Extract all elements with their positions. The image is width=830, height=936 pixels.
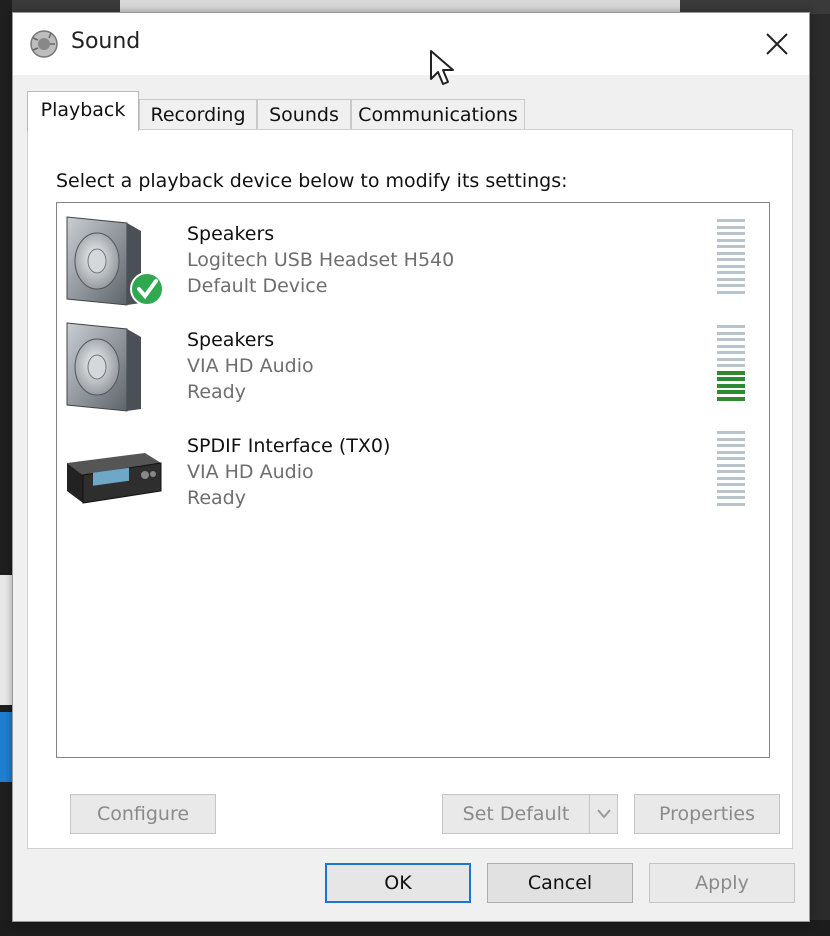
- meter-bar: [717, 258, 745, 261]
- meter-bar: [717, 238, 745, 242]
- meter-bar: [717, 225, 745, 229]
- device-status: Ready: [187, 487, 246, 509]
- volume-meter: [717, 325, 745, 403]
- close-icon: [766, 33, 788, 55]
- meter-bar: [717, 338, 745, 341]
- volume-meter: [717, 219, 745, 297]
- meter-bar: [717, 351, 745, 354]
- set-default-label: Set Default: [462, 803, 570, 825]
- device-item[interactable]: Speakers VIA HD Audio Ready: [57, 309, 769, 413]
- meter-bar: [717, 377, 745, 381]
- background-panel: [0, 575, 12, 705]
- meter-bar: [717, 284, 745, 287]
- device-list[interactable]: Speakers Logitech USB Headset H540 Defau…: [56, 202, 770, 758]
- mouse-cursor-icon: [430, 50, 454, 85]
- device-description: VIA HD Audio: [187, 461, 314, 483]
- device-status: Ready: [187, 381, 246, 403]
- meter-bar: [717, 219, 745, 222]
- meter-bar: [717, 344, 745, 348]
- spdif-receiver-icon: [67, 453, 162, 504]
- device-name: Speakers: [187, 329, 275, 351]
- title-bar[interactable]: Sound: [13, 13, 809, 75]
- device-description: Logitech USB Headset H540: [187, 249, 455, 271]
- meter-bar: [717, 370, 745, 375]
- volume-meter: [717, 431, 745, 509]
- meter-bar: [717, 357, 745, 361]
- device-name: SPDIF Interface (TX0): [187, 435, 391, 457]
- meter-bar: [717, 264, 745, 268]
- tab-label: Communications: [358, 104, 518, 126]
- background-highlight: [0, 712, 12, 782]
- tab-playback[interactable]: Playback: [27, 91, 139, 131]
- tab-recording[interactable]: Recording: [139, 99, 257, 131]
- configure-button[interactable]: Configure: [70, 794, 216, 834]
- desktop-background-left: [0, 0, 12, 936]
- meter-bar: [717, 483, 745, 486]
- device-name: Speakers: [187, 223, 275, 245]
- meter-bar: [717, 457, 745, 460]
- tab-sounds[interactable]: Sounds: [257, 99, 351, 131]
- desktop-background-bottom: [0, 920, 830, 936]
- instruction-text: Select a playback device below to modify…: [56, 170, 568, 192]
- meter-bar: [717, 364, 745, 367]
- ok-button[interactable]: OK: [325, 863, 471, 903]
- sound-dialog: Sound Playback Recording Sounds Communic…: [12, 12, 810, 922]
- speaker-icon: [30, 30, 58, 58]
- speaker-default-icon: [66, 216, 164, 306]
- meter-bar: [717, 390, 745, 394]
- set-default-dropdown[interactable]: [589, 795, 617, 833]
- chevron-down-icon: [596, 809, 611, 819]
- meter-bar: [717, 496, 745, 499]
- meter-bar: [717, 245, 745, 248]
- meter-bar: [717, 470, 745, 473]
- meter-bar: [717, 290, 745, 294]
- tab-label: Sounds: [269, 104, 339, 126]
- cancel-button[interactable]: Cancel: [487, 863, 633, 903]
- device-item[interactable]: SPDIF Interface (TX0) VIA HD Audio Ready: [57, 415, 769, 519]
- apply-button[interactable]: Apply: [649, 863, 795, 903]
- meter-bar: [717, 325, 745, 328]
- meter-bar: [717, 431, 745, 434]
- close-button[interactable]: [749, 21, 805, 67]
- meter-bar: [717, 437, 745, 441]
- properties-button[interactable]: Properties: [634, 794, 780, 834]
- meter-bar: [717, 277, 745, 281]
- meter-bar: [717, 251, 745, 255]
- meter-bar: [717, 502, 745, 506]
- meter-bar: [717, 232, 745, 235]
- tab-label: Playback: [40, 99, 126, 121]
- speaker-icon: [66, 322, 141, 412]
- window-title: Sound: [71, 29, 141, 54]
- playback-panel: Select a playback device below to modify…: [27, 129, 793, 849]
- tab-communications[interactable]: Communications: [351, 99, 525, 131]
- meter-bar: [717, 450, 745, 454]
- device-description: VIA HD Audio: [187, 355, 314, 377]
- meter-bar: [717, 396, 745, 401]
- meter-bar: [717, 331, 745, 335]
- meter-bar: [717, 489, 745, 493]
- meter-bar: [717, 271, 745, 274]
- meter-bar: [717, 383, 745, 388]
- meter-bar: [717, 463, 745, 467]
- tab-label: Recording: [150, 104, 246, 126]
- device-status: Default Device: [187, 275, 328, 297]
- meter-bar: [717, 444, 745, 447]
- set-default-button[interactable]: Set Default: [442, 794, 618, 834]
- meter-bar: [717, 476, 745, 480]
- device-item[interactable]: Speakers Logitech USB Headset H540 Defau…: [57, 203, 769, 307]
